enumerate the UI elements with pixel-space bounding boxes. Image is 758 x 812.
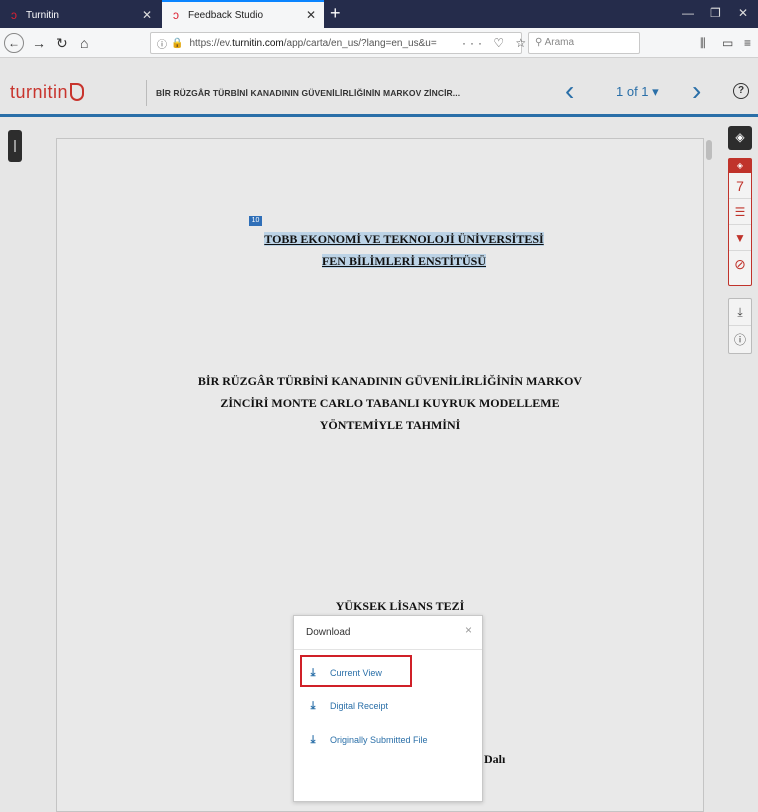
browser-tab-bar: ↄ Turnitin ✕ ↄ Feedback Studio ✕ + — ❐ ✕ (0, 0, 758, 28)
similarity-panel: ◈ 7 ☰ ▼ ⊘ (728, 158, 752, 286)
tab-label: Turnitin (26, 9, 59, 21)
popup-divider (294, 649, 482, 650)
match-overview-icon[interactable]: ☰ (729, 199, 751, 225)
restore-icon[interactable]: ❐ (710, 6, 721, 20)
institution-line-2[interactable]: FEN BİLİMLERİ ENSTİTÜSÜ (230, 254, 578, 269)
turnitin-logo[interactable]: turnitin (10, 82, 85, 103)
menu-icon[interactable]: ≡ (744, 35, 751, 51)
url-text: https://ev.turnitin.com/app/carta/en_us/… (189, 37, 437, 49)
page-actions-icons[interactable]: ··· ♡ ☆ (462, 32, 530, 54)
thesis-title-line-2: ZİNCİRİ MONTE CARLO TABANLI KUYRUK MODEL… (220, 396, 560, 410)
popup-title: Download (306, 627, 351, 638)
page-indicator-dropdown[interactable]: 1 of 1 ▾ (616, 84, 659, 100)
filter-icon[interactable]: ▼ (729, 225, 751, 251)
thesis-type: YÜKSEK LİSANS TEZİ (335, 599, 465, 613)
download-original-file[interactable]: ⤓ Originally Submitted File (306, 731, 428, 749)
turnitin-tab-icon: ↄ (11, 8, 17, 22)
next-page-chevron-icon[interactable]: › (692, 76, 701, 106)
turnitin-logo-icon (70, 83, 85, 101)
help-icon[interactable]: ? (733, 83, 749, 99)
thesis-title-line-1: BİR RÜZGÂR TÜRBİNİ KANADININ GÜVENİLİRLİ… (197, 374, 583, 388)
close-tab-icon[interactable]: ✕ (142, 8, 152, 22)
thesis-title-line-3: YÖNTEMİYLE TAHMİNİ (319, 418, 461, 432)
browser-nav-bar: ← → ↻ ⌂ ⓘ 🔒 https://ev.turnitin.com/app/… (0, 28, 758, 58)
reload-icon[interactable]: ↻ (56, 33, 68, 53)
download-icon[interactable]: ⤓ (729, 299, 751, 326)
back-arrow-icon[interactable]: ← (4, 33, 24, 53)
document-title: BİR RÜZGÂR TÜRBİNİ KANADININ GÜVENİLİRLİ… (156, 88, 461, 98)
similarity-count[interactable]: 7 (729, 173, 751, 199)
download-icon: ⤓ (310, 699, 316, 712)
home-icon[interactable]: ⌂ (80, 33, 88, 53)
info-circle-icon[interactable]: ⓘ (729, 327, 751, 354)
layers-icon[interactable]: ◈ (728, 126, 752, 150)
minimize-icon[interactable]: — (682, 6, 694, 20)
tab-feedback-studio[interactable]: ↄ Feedback Studio ✕ (162, 0, 324, 28)
download-panel: ⤓ ⓘ (728, 298, 752, 354)
download-icon: ⤓ (310, 733, 316, 746)
match-number-badge[interactable]: 10 (249, 216, 262, 226)
lock-icon: 🔒 (171, 37, 184, 49)
new-tab-icon[interactable]: + (330, 3, 341, 23)
similarity-layer-icon[interactable]: ◈ (729, 159, 751, 173)
scrollbar-thumb[interactable] (706, 140, 712, 160)
turnitin-tab-icon: ↄ (173, 8, 179, 22)
left-panel-handle[interactable] (8, 130, 22, 162)
close-tab-icon[interactable]: ✕ (306, 8, 316, 22)
previous-page-chevron-icon[interactable]: ‹ (565, 76, 574, 106)
turnitin-header: turnitin BİR RÜZGÂR TÜRBİNİ KANADININ GÜ… (0, 71, 758, 117)
forward-arrow-icon[interactable]: → (32, 33, 46, 53)
info-icon[interactable]: ⓘ (157, 36, 167, 51)
department-fragment: Dalı (484, 752, 506, 766)
close-icon[interactable]: × (465, 623, 472, 637)
search-icon: ⚲ (535, 37, 545, 48)
institution-line-1[interactable]: TOBB EKONOMİ VE TEKNOLOJİ ÜNİVERSİTESİ (230, 232, 578, 247)
library-icon[interactable]: ⫼ (700, 35, 706, 51)
close-window-icon[interactable]: ✕ (738, 6, 748, 20)
exclude-icon[interactable]: ⊘ (729, 251, 751, 277)
tab-turnitin[interactable]: ↄ Turnitin ✕ (0, 2, 160, 28)
sidebar-icon[interactable]: ▭ (722, 35, 733, 51)
current-view-highlight-box (300, 655, 412, 687)
toolbar-gap (0, 59, 758, 71)
header-divider (146, 80, 147, 106)
download-digital-receipt[interactable]: ⤓ Digital Receipt (306, 697, 388, 715)
search-input[interactable]: ⚲ Arama (528, 32, 640, 54)
tab-label: Feedback Studio (188, 9, 264, 21)
download-popup: Download × ⤓ Current View ⤓ Digital Rece… (293, 615, 483, 802)
